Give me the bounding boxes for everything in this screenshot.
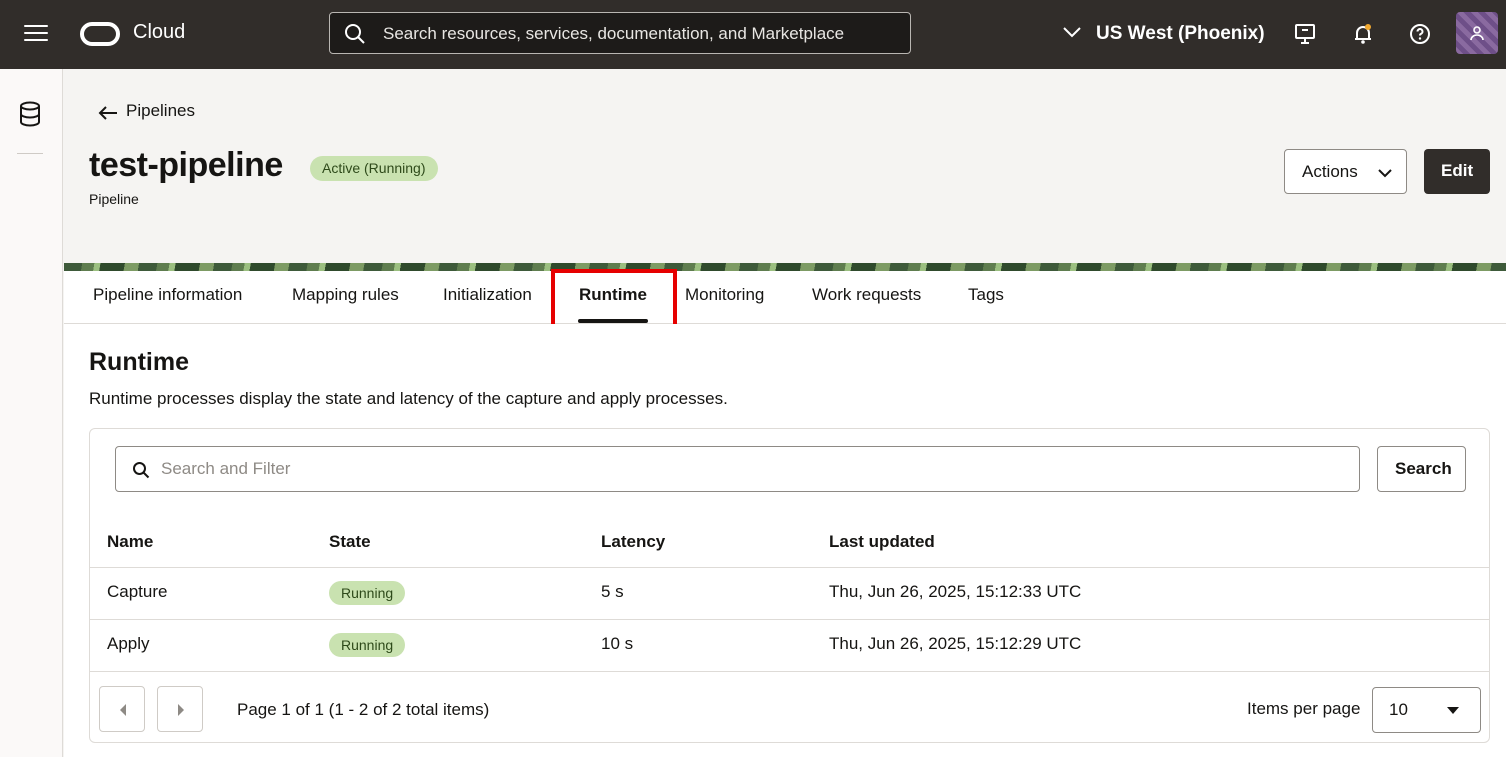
tab-tags[interactable]: Tags (968, 285, 1004, 305)
search-button[interactable]: Search (1377, 446, 1466, 492)
cell-last-updated: Thu, Jun 26, 2025, 15:12:29 UTC (829, 634, 1082, 653)
items-per-page-select[interactable]: 10 (1372, 687, 1481, 733)
tab-work-requests[interactable]: Work requests (812, 285, 921, 305)
caret-down-icon (1447, 707, 1459, 714)
chevron-left-icon (120, 704, 126, 716)
page-header: Pipelines test-pipeline Active (Running)… (64, 69, 1506, 263)
tab-initialization[interactable]: Initialization (443, 285, 532, 305)
column-header-name[interactable]: Name (107, 532, 153, 552)
runtime-section: Runtime Runtime processes display the st… (64, 324, 1506, 757)
monitor-icon[interactable] (1293, 22, 1317, 46)
table-row[interactable]: Apply Running 10 s Thu, Jun 26, 2025, 15… (90, 620, 1489, 672)
cell-latency: 10 s (601, 634, 634, 653)
oracle-logo-icon[interactable] (80, 22, 120, 46)
tab-pipeline-information[interactable]: Pipeline information (93, 285, 242, 305)
chevron-right-icon (178, 704, 184, 716)
runtime-table-card: Search Name State Latency Last updated C… (89, 428, 1490, 743)
brand-name[interactable]: Cloud (133, 21, 185, 44)
table-row[interactable]: Capture Running 5 s Thu, Jun 26, 2025, 1… (90, 568, 1489, 620)
edit-button-label: Edit (1441, 161, 1474, 180)
search-button-label: Search (1395, 459, 1452, 478)
actions-button-label: Actions (1302, 162, 1358, 181)
global-search-placeholder: Search resources, services, documentatio… (383, 24, 845, 43)
cell-last-updated: Thu, Jun 26, 2025, 15:12:33 UTC (829, 582, 1082, 601)
state-badge: Running (329, 581, 406, 605)
tab-bar: Pipeline information Mapping rules Initi… (64, 271, 1506, 324)
resource-type-label: Pipeline (89, 191, 139, 207)
section-title: Runtime (89, 348, 189, 376)
tab-monitoring[interactable]: Monitoring (685, 285, 764, 305)
previous-page-button[interactable] (99, 686, 145, 732)
page-title: test-pipeline (89, 146, 283, 184)
cell-latency: 5 s (601, 582, 624, 601)
table-header: Name State Latency Last updated (90, 523, 1489, 568)
pagination: Page 1 of 1 (1 - 2 of 2 total items) Ite… (90, 672, 1489, 742)
items-per-page-value: 10 (1389, 700, 1408, 719)
left-rail (0, 69, 63, 757)
cell-name: Apply (107, 634, 150, 653)
search-filter-input[interactable] (161, 455, 1341, 483)
chevron-down-icon (1378, 169, 1392, 178)
help-icon[interactable] (1408, 22, 1432, 46)
tab-mapping-rules[interactable]: Mapping rules (292, 285, 399, 305)
column-header-state[interactable]: State (329, 532, 371, 552)
column-header-latency[interactable]: Latency (601, 532, 665, 552)
search-filter-field[interactable] (115, 446, 1360, 492)
status-badge: Active (Running) (310, 156, 438, 181)
actions-button[interactable]: Actions (1284, 149, 1407, 194)
chevron-down-icon (1063, 27, 1081, 38)
rail-divider (17, 153, 43, 154)
menu-icon[interactable] (24, 25, 48, 45)
decorative-banner (64, 263, 1506, 271)
search-icon (345, 24, 365, 44)
column-header-last-updated[interactable]: Last updated (829, 532, 935, 552)
bell-icon[interactable] (1351, 22, 1375, 46)
top-navigation-bar: Cloud Search resources, services, docume… (0, 0, 1506, 69)
back-link-label: Pipelines (126, 101, 195, 120)
state-badge: Running (329, 633, 406, 657)
region-label: US West (Phoenix) (1096, 23, 1265, 44)
items-per-page-label: Items per page (1247, 699, 1361, 718)
cell-name: Capture (107, 582, 168, 601)
global-search-input[interactable]: Search resources, services, documentatio… (329, 12, 911, 54)
search-icon (133, 462, 150, 479)
section-description: Runtime processes display the state and … (89, 389, 728, 408)
pagination-info: Page 1 of 1 (1 - 2 of 2 total items) (237, 700, 490, 719)
arrow-left-icon (98, 106, 117, 120)
edit-button[interactable]: Edit (1424, 149, 1490, 194)
database-icon[interactable] (18, 101, 42, 127)
avatar-icon[interactable] (1456, 12, 1498, 54)
next-page-button[interactable] (157, 686, 203, 732)
